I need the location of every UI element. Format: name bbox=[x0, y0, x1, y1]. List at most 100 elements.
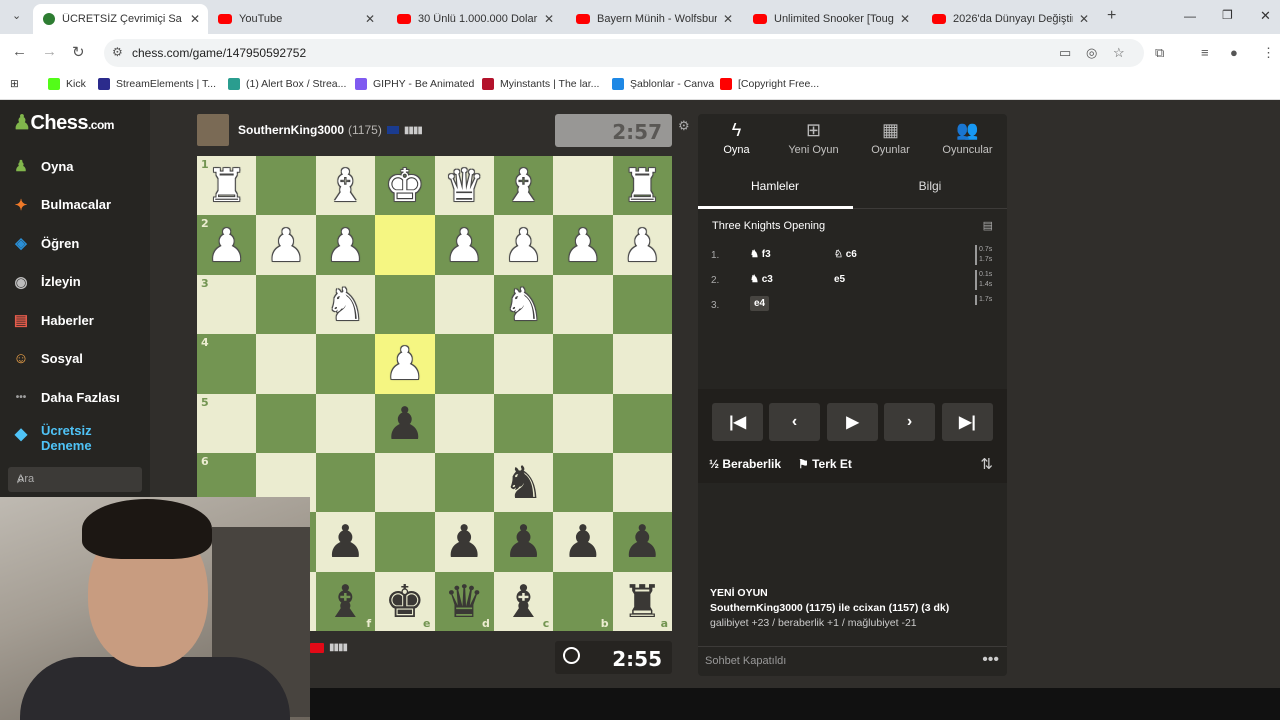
site-info-icon[interactable]: ⚙ bbox=[112, 45, 123, 59]
bookmark-item[interactable]: StreamElements | T... bbox=[98, 78, 216, 90]
bookmark-item[interactable]: Kick bbox=[48, 78, 86, 90]
board-square[interactable] bbox=[612, 274, 672, 335]
white-rook-icon[interactable]: ♜ bbox=[622, 163, 662, 208]
board-square[interactable]: ♝ bbox=[315, 156, 376, 216]
board-square[interactable]: a ♜ bbox=[612, 571, 672, 631]
board-square[interactable]: ♛ bbox=[434, 156, 494, 216]
white-knight-icon[interactable]: ♞ bbox=[503, 282, 543, 327]
close-tab-icon[interactable]: ✕ bbox=[365, 12, 375, 26]
black-queen-icon[interactable]: ♛ bbox=[444, 579, 484, 624]
black-bishop-icon[interactable]: ♝ bbox=[503, 579, 543, 624]
next-move-button[interactable]: › bbox=[884, 403, 935, 441]
board-square[interactable] bbox=[434, 274, 494, 335]
white-queen-icon[interactable]: ♛ bbox=[444, 163, 484, 208]
board-square[interactable]: e ♚ bbox=[375, 571, 435, 631]
board-square[interactable]: c ♝ bbox=[493, 571, 554, 631]
resign-button[interactable]: ⚑ Terk Et bbox=[798, 457, 852, 471]
board-square[interactable]: f ♝ bbox=[315, 571, 376, 631]
first-move-button[interactable]: |◀ bbox=[712, 403, 763, 441]
tab-search-icon[interactable]: ⌄ bbox=[12, 9, 21, 22]
white-move[interactable]: ♞ c3 bbox=[750, 274, 773, 285]
bookmark-item[interactable]: Şablonlar - Canva bbox=[612, 78, 714, 90]
board-square[interactable] bbox=[256, 334, 316, 394]
sidebar-item-6[interactable]: ••• Daha Fazlası bbox=[10, 386, 120, 408]
board-square[interactable] bbox=[553, 274, 613, 335]
flip-board-icon[interactable]: ⇅ bbox=[980, 455, 993, 473]
bookmark-star-icon[interactable]: ☆ bbox=[1113, 45, 1125, 61]
free-trial-link[interactable]: ◆ Ücretsiz Deneme bbox=[10, 423, 92, 453]
board-square[interactable] bbox=[375, 452, 435, 513]
board-square[interactable]: ♟ bbox=[493, 512, 554, 572]
browser-tab[interactable]: Bayern Münih - Wolfsburg ✕ bbox=[566, 4, 741, 34]
black-pawn-icon[interactable]: ♟ bbox=[325, 519, 365, 564]
media-control-icon[interactable]: ≡ bbox=[1201, 45, 1209, 60]
white-king-icon[interactable]: ♚ bbox=[385, 163, 425, 208]
board-square[interactable] bbox=[493, 393, 554, 453]
browser-tab[interactable]: YouTube ✕ bbox=[208, 4, 383, 34]
search-input[interactable]: Ara ⌕ bbox=[8, 467, 142, 492]
white-pawn-icon[interactable]: ♟ bbox=[444, 223, 484, 268]
board-square[interactable] bbox=[553, 334, 613, 394]
white-move[interactable]: ♞ f3 bbox=[750, 249, 771, 260]
draw-button[interactable]: ½ Beraberlik bbox=[709, 457, 781, 471]
board-square[interactable]: 3 bbox=[197, 274, 257, 335]
browser-tab[interactable]: ÜCRETSİZ Çevrimiçi Sa ✕ bbox=[33, 4, 208, 34]
board-square[interactable]: ♟ bbox=[256, 215, 316, 275]
browser-tab[interactable]: 30 Ünlü 1.000.000 Dolar iç ✕ bbox=[387, 4, 562, 34]
board-square[interactable] bbox=[553, 393, 613, 453]
forward-button[interactable]: → bbox=[42, 43, 57, 60]
board-square[interactable] bbox=[553, 452, 613, 513]
opening-name[interactable]: Three Knights Opening bbox=[712, 220, 825, 232]
tab-info[interactable]: Bilgi bbox=[853, 179, 1007, 193]
close-tab-icon[interactable]: ✕ bbox=[723, 12, 733, 26]
board-square[interactable] bbox=[375, 274, 435, 335]
last-move-button[interactable]: ▶| bbox=[942, 403, 993, 441]
bookmark-item[interactable]: Myinstants | The lar... bbox=[482, 78, 599, 90]
sidebar-item-1[interactable]: ✦ Bulmacalar bbox=[10, 194, 111, 216]
previous-move-button[interactable]: ‹ bbox=[769, 403, 820, 441]
more-options-icon[interactable]: ••• bbox=[982, 651, 999, 669]
board-square[interactable] bbox=[612, 452, 672, 513]
white-pawn-icon[interactable]: ♟ bbox=[563, 223, 603, 268]
board-square[interactable]: ♟ bbox=[553, 215, 613, 275]
black-move[interactable]: ♘ c6 bbox=[834, 249, 857, 260]
back-button[interactable]: ← bbox=[12, 43, 27, 60]
sidebar-item-3[interactable]: ◉ İzleyin bbox=[10, 271, 80, 293]
black-pawn-icon[interactable]: ♟ bbox=[563, 519, 603, 564]
install-icon[interactable]: ▭ bbox=[1059, 45, 1071, 61]
opponent-avatar[interactable] bbox=[197, 114, 229, 146]
board-square[interactable]: 1 ♜ bbox=[197, 156, 257, 216]
board-square[interactable] bbox=[375, 512, 435, 572]
tracking-eye-icon[interactable]: ◎ bbox=[1086, 45, 1097, 61]
board-square[interactable]: ♟ bbox=[434, 215, 494, 275]
white-pawn-icon[interactable]: ♟ bbox=[622, 223, 662, 268]
board-square[interactable] bbox=[612, 393, 672, 453]
tab-oyunlar[interactable]: ▦ Oyunlar bbox=[852, 120, 929, 156]
close-tab-icon[interactable]: ✕ bbox=[1079, 12, 1089, 26]
sidebar-item-4[interactable]: ▤ Haberler bbox=[10, 309, 94, 331]
black-pawn-icon[interactable]: ♟ bbox=[444, 519, 484, 564]
board-square[interactable] bbox=[256, 156, 316, 216]
white-knight-icon[interactable]: ♞ bbox=[325, 282, 365, 327]
chesscom-logo[interactable]: ♟Chess.com bbox=[13, 110, 114, 135]
browser-tab[interactable]: Unlimited Snooker [Tough ✕ bbox=[743, 4, 918, 34]
settings-gear-icon[interactable]: ⚙ bbox=[678, 118, 690, 134]
board-square[interactable]: ♟ bbox=[315, 215, 376, 275]
board-square[interactable]: d ♛ bbox=[434, 571, 494, 631]
black-knight-icon[interactable]: ♞ bbox=[503, 460, 543, 505]
board-square[interactable]: b bbox=[553, 571, 613, 631]
white-move[interactable]: e4 bbox=[750, 296, 770, 311]
opening-book-icon[interactable]: ▤ bbox=[983, 219, 993, 232]
white-bishop-icon[interactable]: ♝ bbox=[503, 163, 543, 208]
tab-moves[interactable]: Hamleler bbox=[698, 179, 853, 209]
black-move[interactable]: e5 bbox=[834, 274, 845, 285]
tab-oyuncular[interactable]: 👥 Oyuncular bbox=[929, 120, 1006, 156]
black-pawn-icon[interactable]: ♟ bbox=[622, 519, 662, 564]
apps-grid-icon[interactable]: ⊞ bbox=[10, 78, 19, 90]
white-pawn-icon[interactable]: ♟ bbox=[325, 223, 365, 268]
close-tab-icon[interactable]: ✕ bbox=[190, 12, 200, 26]
white-pawn-icon[interactable]: ♟ bbox=[266, 223, 306, 268]
profile-avatar-icon[interactable]: ● bbox=[1230, 45, 1238, 60]
board-square[interactable] bbox=[256, 274, 316, 335]
board-square[interactable]: 4 bbox=[197, 334, 257, 394]
